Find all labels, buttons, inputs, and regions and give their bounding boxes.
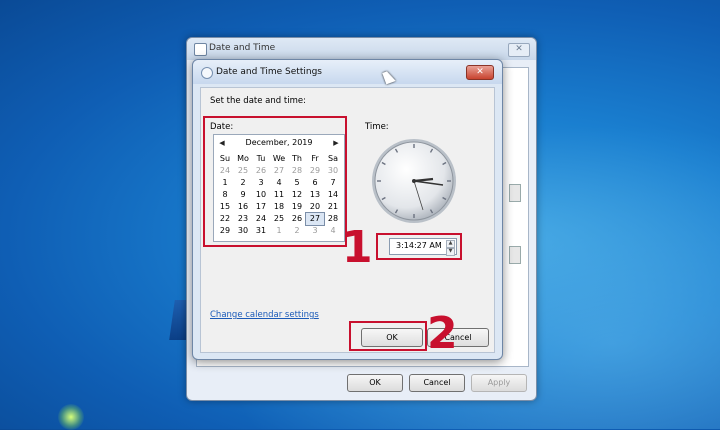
instruction-label: Set the date and time: xyxy=(210,96,306,106)
dialog-title: Date and Time Settings xyxy=(216,67,322,77)
window-apply-button[interactable]: Apply xyxy=(471,374,527,392)
analog-clock xyxy=(372,139,456,223)
wallpaper-glow xyxy=(58,404,84,430)
window-titlebar: Date and Time ✕ xyxy=(187,38,536,60)
window-ok-button[interactable]: OK xyxy=(347,374,403,392)
window-title: Date and Time xyxy=(209,43,276,53)
clock-dialog-icon xyxy=(201,67,213,79)
step-number-2: 2 xyxy=(427,308,458,359)
time-label: Time: xyxy=(365,122,389,132)
change-calendar-settings-link[interactable]: Change calendar settings xyxy=(210,310,319,320)
step-number-1: 1 xyxy=(342,222,373,273)
change-timezone-button-edge[interactable] xyxy=(509,246,521,264)
clock-window-icon xyxy=(194,43,207,56)
dialog-close-button[interactable]: ✕ xyxy=(466,65,494,80)
change-date-time-button-edge[interactable] xyxy=(509,184,521,202)
time-highlight-box xyxy=(376,233,462,260)
window-cancel-button[interactable]: Cancel xyxy=(409,374,465,392)
ok-highlight-box xyxy=(349,321,427,351)
dialog-titlebar: Date and Time Settings ✕ xyxy=(193,60,502,84)
calendar-highlight-box xyxy=(203,116,347,247)
window-close-button[interactable]: ✕ xyxy=(508,43,530,57)
